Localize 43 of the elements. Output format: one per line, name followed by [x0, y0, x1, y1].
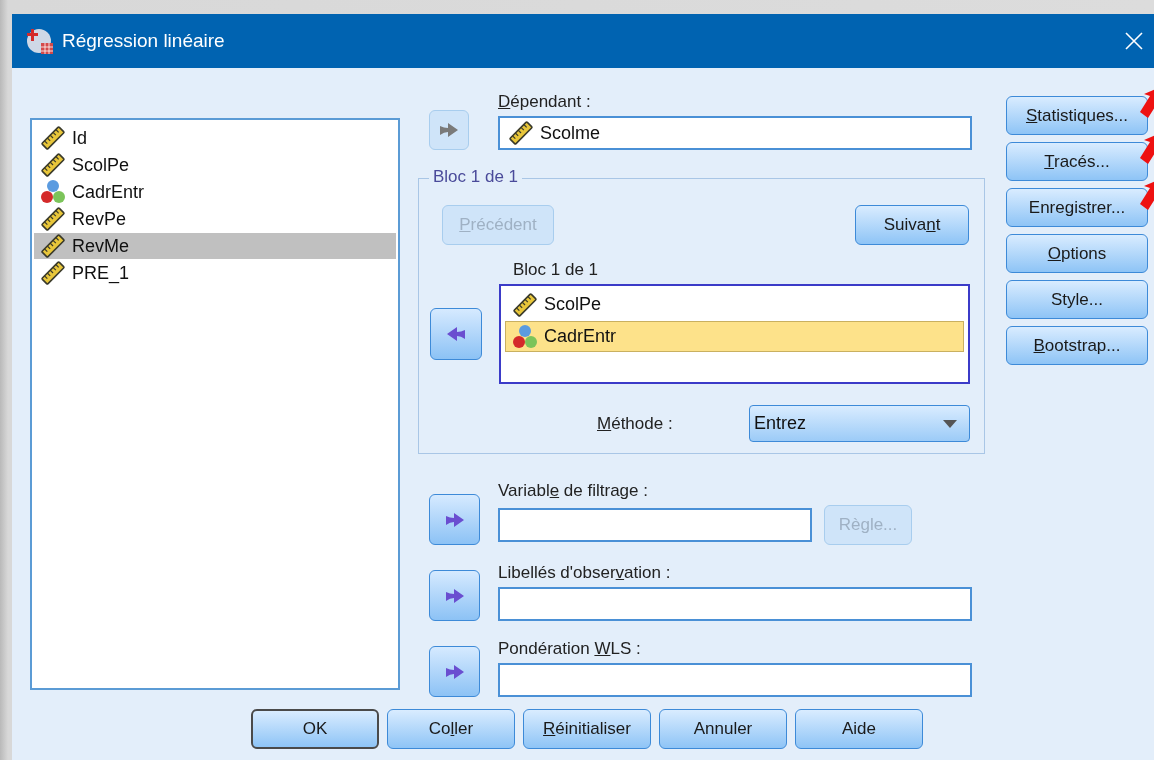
variable-item[interactable]: RevPe [34, 206, 396, 232]
variable-item[interactable]: ScolPe [505, 289, 964, 320]
filter-field[interactable] [498, 508, 812, 542]
field-label: Libellés d'observation : [498, 563, 672, 584]
side-button[interactable]: Options [1006, 234, 1148, 273]
dialog-button[interactable]: Réinitialiser [523, 709, 651, 749]
variable-item[interactable]: Id [34, 125, 396, 151]
method-dropdown[interactable]: Entrez [749, 405, 970, 442]
dependent-field[interactable]: Scolme [498, 116, 972, 150]
arrow-right-icon [438, 120, 460, 140]
side-button[interactable]: Tracés... [1006, 142, 1148, 181]
dialog-button[interactable]: Aide [795, 709, 923, 749]
dialog-button[interactable]: OK [251, 709, 379, 749]
side-button[interactable]: Style... [1006, 280, 1148, 319]
move-button[interactable] [429, 494, 480, 545]
variable-item[interactable]: RevMe [34, 233, 396, 259]
next-button[interactable]: Suivant [855, 205, 969, 245]
wls-field[interactable] [498, 663, 972, 697]
case-labels-field[interactable] [498, 587, 972, 621]
side-button[interactable]: Statistiques... [1006, 96, 1148, 135]
field-label: Dépendant : [498, 92, 592, 113]
move-button[interactable] [429, 570, 480, 621]
side-button[interactable]: Bootstrap... [1006, 326, 1148, 365]
dialog-button[interactable]: Coller [387, 709, 515, 749]
field-label: Variable de filtrage : [498, 481, 649, 502]
list-title: Bloc 1 de 1 [513, 260, 600, 281]
arrow-left-icon [445, 324, 467, 344]
caret-icon [943, 419, 957, 428]
side-button[interactable]: Enregistrer... [1006, 188, 1148, 227]
variable-item[interactable]: CadrEntr [34, 179, 396, 205]
dialog-button[interactable]: Annuler [659, 709, 787, 749]
move-button[interactable] [430, 308, 482, 360]
window-title: Régression linéaire [62, 30, 226, 52]
app-icon [26, 27, 54, 55]
balls-icon [512, 323, 538, 350]
field-label: Pondération WLS : [498, 639, 642, 660]
variable-item[interactable]: CadrEntr [505, 321, 964, 352]
variable-item[interactable]: ScolPe [34, 152, 396, 178]
method-label: Méthode : [597, 413, 674, 434]
move-button[interactable] [429, 646, 480, 697]
balls-icon [40, 179, 66, 205]
variable-item[interactable]: PRE_1 [34, 260, 396, 286]
close-icon [1125, 32, 1143, 50]
